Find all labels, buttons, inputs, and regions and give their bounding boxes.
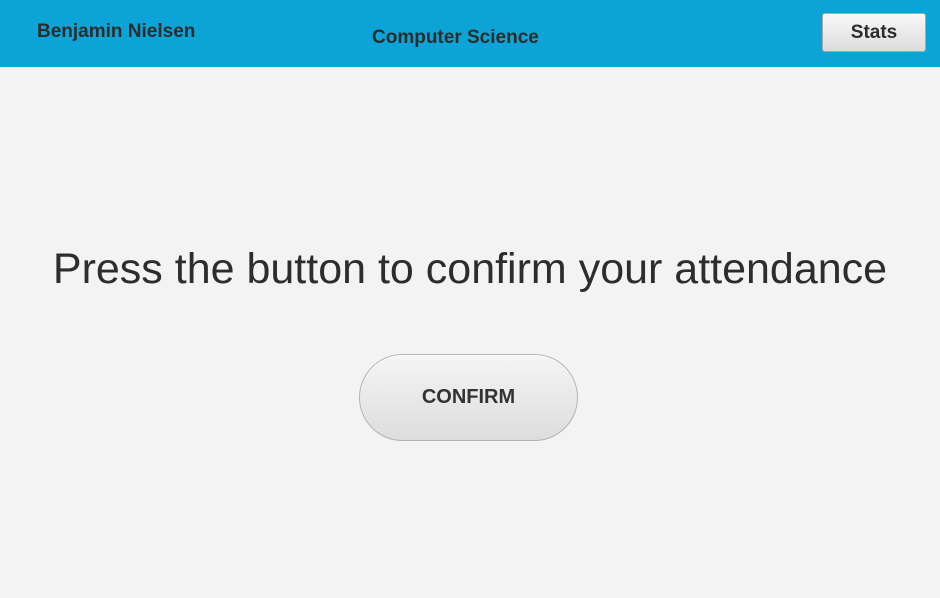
top-header-bar: Benjamin Nielsen Computer Science Stats	[0, 0, 940, 67]
confirm-attendance-button[interactable]: CONFIRM	[359, 354, 578, 441]
stats-button[interactable]: Stats	[822, 13, 926, 52]
course-title: Computer Science	[372, 27, 539, 48]
user-name: Benjamin Nielsen	[37, 21, 196, 42]
attendance-app: Benjamin Nielsen Computer Science Stats …	[0, 0, 940, 598]
attendance-prompt: Press the button to confirm your attenda…	[52, 245, 888, 293]
